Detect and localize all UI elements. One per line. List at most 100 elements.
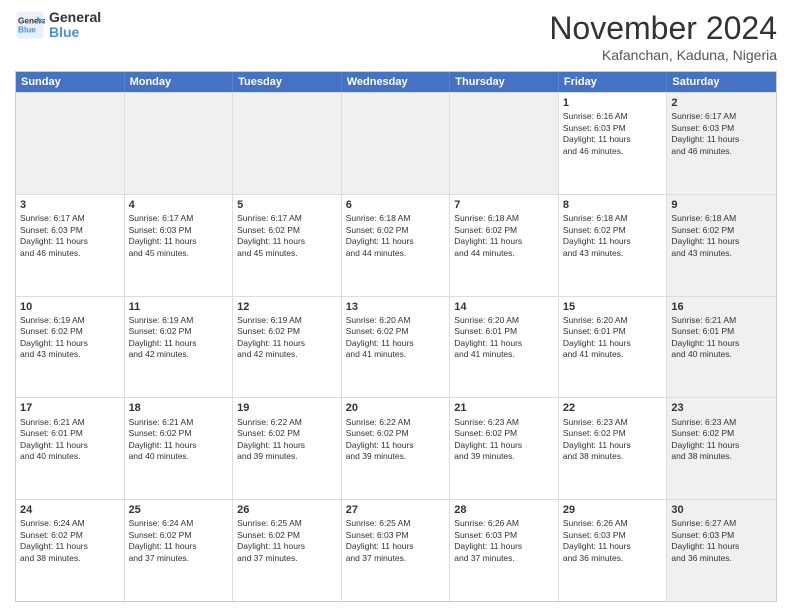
- day-info: Sunrise: 6:20 AM Sunset: 6:01 PM Dayligh…: [454, 315, 554, 361]
- day-number: 27: [346, 503, 446, 517]
- calendar-body: 1Sunrise: 6:16 AM Sunset: 6:03 PM Daylig…: [16, 92, 776, 601]
- cal-cell-1-0: 3Sunrise: 6:17 AM Sunset: 6:03 PM Daylig…: [16, 195, 125, 296]
- cal-cell-2-3: 13Sunrise: 6:20 AM Sunset: 6:02 PM Dayli…: [342, 297, 451, 398]
- day-number: 11: [129, 300, 229, 314]
- header: General Blue General Blue November 2024 …: [15, 10, 777, 63]
- cal-cell-4-5: 29Sunrise: 6:26 AM Sunset: 6:03 PM Dayli…: [559, 500, 668, 601]
- day-number: 7: [454, 198, 554, 212]
- page: General Blue General Blue November 2024 …: [0, 0, 792, 612]
- day-info: Sunrise: 6:16 AM Sunset: 6:03 PM Dayligh…: [563, 111, 663, 157]
- cal-cell-0-1: [125, 93, 234, 194]
- day-number: 21: [454, 401, 554, 415]
- day-info: Sunrise: 6:17 AM Sunset: 6:03 PM Dayligh…: [20, 213, 120, 259]
- day-info: Sunrise: 6:17 AM Sunset: 6:03 PM Dayligh…: [129, 213, 229, 259]
- cal-cell-3-0: 17 Sunrise: 6:21 AM Sunset: 6:01 PM Dayli…: [16, 398, 125, 499]
- cal-cell-2-2: 12Sunrise: 6:19 AM Sunset: 6:02 PM Dayli…: [233, 297, 342, 398]
- cal-cell-1-4: 7Sunrise: 6:18 AM Sunset: 6:02 PM Daylig…: [450, 195, 559, 296]
- day-info: Sunrise: 6:19 AM Sunset: 6:02 PM Dayligh…: [237, 315, 337, 361]
- day-number: 30: [671, 503, 772, 517]
- day-info: Sunrise: 6:17 AM Sunset: 6:03 PM Dayligh…: [671, 111, 772, 157]
- cal-cell-1-1: 4Sunrise: 6:17 AM Sunset: 6:03 PM Daylig…: [125, 195, 234, 296]
- cal-cell-3-3: 20Sunrise: 6:22 AM Sunset: 6:02 PM Dayli…: [342, 398, 451, 499]
- day-number: 16: [671, 300, 772, 314]
- cal-cell-4-2: 26Sunrise: 6:25 AM Sunset: 6:02 PM Dayli…: [233, 500, 342, 601]
- day-number: 4: [129, 198, 229, 212]
- cal-cell-3-2: 19 Sunrise: 6:22 AM Sunset: 6:02 PM Dayli…: [233, 398, 342, 499]
- day-info: Sunrise: 6:24 AM Sunset: 6:02 PM Dayligh…: [20, 518, 120, 564]
- week-row-3: 10Sunrise: 6:19 AM Sunset: 6:02 PM Dayli…: [16, 296, 776, 398]
- cal-cell-2-4: 14Sunrise: 6:20 AM Sunset: 6:01 PM Dayli…: [450, 297, 559, 398]
- header-thursday: Thursday: [450, 72, 559, 92]
- cal-cell-1-5: 8Sunrise: 6:18 AM Sunset: 6:02 PM Daylig…: [559, 195, 668, 296]
- day-info: Sunrise: 6:26 AM Sunset: 6:03 PM Dayligh…: [563, 518, 663, 564]
- day-info: Sunrise: 6:25 AM Sunset: 6:02 PM Dayligh…: [237, 518, 337, 564]
- day-number: 6: [346, 198, 446, 212]
- logo-icon: General Blue: [15, 10, 45, 40]
- day-number: 18: [129, 401, 229, 415]
- day-info: Sunrise: 6:23 AM Sunset: 6:02 PM Dayligh…: [671, 417, 772, 463]
- day-info: Sunrise: 6:22 AM Sunset: 6:02 PM Dayligh…: [237, 417, 337, 463]
- day-info: Sunrise: 6:22 AM Sunset: 6:02 PM Dayligh…: [346, 417, 446, 463]
- day-number: 26: [237, 503, 337, 517]
- cal-cell-4-1: 25Sunrise: 6:24 AM Sunset: 6:02 PM Dayli…: [125, 500, 234, 601]
- day-number: 5: [237, 198, 337, 212]
- day-info: Sunrise: 6:25 AM Sunset: 6:03 PM Dayligh…: [346, 518, 446, 564]
- header-wednesday: Wednesday: [342, 72, 451, 92]
- day-number: 12: [237, 300, 337, 314]
- day-number: 19: [237, 401, 337, 415]
- day-info: Sunrise: 6:18 AM Sunset: 6:02 PM Dayligh…: [346, 213, 446, 259]
- day-info: Sunrise: 6:21 AM Sunset: 6:01 PM Dayligh…: [20, 417, 120, 463]
- header-monday: Monday: [125, 72, 234, 92]
- day-number: 3: [20, 198, 120, 212]
- svg-text:Blue: Blue: [18, 26, 36, 35]
- day-info: Sunrise: 6:20 AM Sunset: 6:01 PM Dayligh…: [563, 315, 663, 361]
- cal-cell-4-3: 27Sunrise: 6:25 AM Sunset: 6:03 PM Dayli…: [342, 500, 451, 601]
- day-info: Sunrise: 6:21 AM Sunset: 6:02 PM Dayligh…: [129, 417, 229, 463]
- week-row-4: 17 Sunrise: 6:21 AM Sunset: 6:01 PM Dayli…: [16, 397, 776, 499]
- day-info: Sunrise: 6:23 AM Sunset: 6:02 PM Dayligh…: [563, 417, 663, 463]
- cal-cell-0-4: [450, 93, 559, 194]
- day-number: 28: [454, 503, 554, 517]
- day-number: 17: [20, 401, 120, 415]
- day-info: Sunrise: 6:18 AM Sunset: 6:02 PM Dayligh…: [671, 213, 772, 259]
- day-info: Sunrise: 6:20 AM Sunset: 6:02 PM Dayligh…: [346, 315, 446, 361]
- cal-cell-3-4: 21Sunrise: 6:23 AM Sunset: 6:02 PM Dayli…: [450, 398, 559, 499]
- day-number: 15: [563, 300, 663, 314]
- day-number: 25: [129, 503, 229, 517]
- header-tuesday: Tuesday: [233, 72, 342, 92]
- week-row-5: 24Sunrise: 6:24 AM Sunset: 6:02 PM Dayli…: [16, 499, 776, 601]
- day-info: Sunrise: 6:19 AM Sunset: 6:02 PM Dayligh…: [20, 315, 120, 361]
- logo-text: General Blue: [49, 10, 101, 41]
- day-info: Sunrise: 6:26 AM Sunset: 6:03 PM Dayligh…: [454, 518, 554, 564]
- cal-cell-0-2: [233, 93, 342, 194]
- cal-cell-0-3: [342, 93, 451, 194]
- day-info: Sunrise: 6:27 AM Sunset: 6:03 PM Dayligh…: [671, 518, 772, 564]
- cal-cell-1-2: 5Sunrise: 6:17 AM Sunset: 6:02 PM Daylig…: [233, 195, 342, 296]
- cal-cell-2-6: 16Sunrise: 6:21 AM Sunset: 6:01 PM Dayli…: [667, 297, 776, 398]
- day-info: Sunrise: 6:18 AM Sunset: 6:02 PM Dayligh…: [454, 213, 554, 259]
- day-number: 23: [671, 401, 772, 415]
- day-number: 29: [563, 503, 663, 517]
- day-number: 10: [20, 300, 120, 314]
- day-number: 9: [671, 198, 772, 212]
- week-row-2: 3Sunrise: 6:17 AM Sunset: 6:03 PM Daylig…: [16, 194, 776, 296]
- day-number: 24: [20, 503, 120, 517]
- month-title: November 2024: [549, 10, 777, 47]
- cal-cell-4-4: 28Sunrise: 6:26 AM Sunset: 6:03 PM Dayli…: [450, 500, 559, 601]
- cal-cell-2-0: 10Sunrise: 6:19 AM Sunset: 6:02 PM Dayli…: [16, 297, 125, 398]
- cal-cell-0-5: 1Sunrise: 6:16 AM Sunset: 6:03 PM Daylig…: [559, 93, 668, 194]
- day-number: 8: [563, 198, 663, 212]
- header-saturday: Saturday: [667, 72, 776, 92]
- cal-cell-3-5: 22Sunrise: 6:23 AM Sunset: 6:02 PM Dayli…: [559, 398, 668, 499]
- cal-cell-3-6: 23 Sunrise: 6:23 AM Sunset: 6:02 PM Dayli…: [667, 398, 776, 499]
- location: Kafanchan, Kaduna, Nigeria: [549, 47, 777, 63]
- cal-cell-2-5: 15Sunrise: 6:20 AM Sunset: 6:01 PM Dayli…: [559, 297, 668, 398]
- week-row-1: 1Sunrise: 6:16 AM Sunset: 6:03 PM Daylig…: [16, 92, 776, 194]
- cal-cell-1-3: 6Sunrise: 6:18 AM Sunset: 6:02 PM Daylig…: [342, 195, 451, 296]
- day-info: Sunrise: 6:17 AM Sunset: 6:02 PM Dayligh…: [237, 213, 337, 259]
- day-number: 1: [563, 96, 663, 110]
- day-number: 14: [454, 300, 554, 314]
- cal-cell-4-6: 30Sunrise: 6:27 AM Sunset: 6:03 PM Dayli…: [667, 500, 776, 601]
- cal-cell-0-6: 2Sunrise: 6:17 AM Sunset: 6:03 PM Daylig…: [667, 93, 776, 194]
- cal-cell-1-6: 9Sunrise: 6:18 AM Sunset: 6:02 PM Daylig…: [667, 195, 776, 296]
